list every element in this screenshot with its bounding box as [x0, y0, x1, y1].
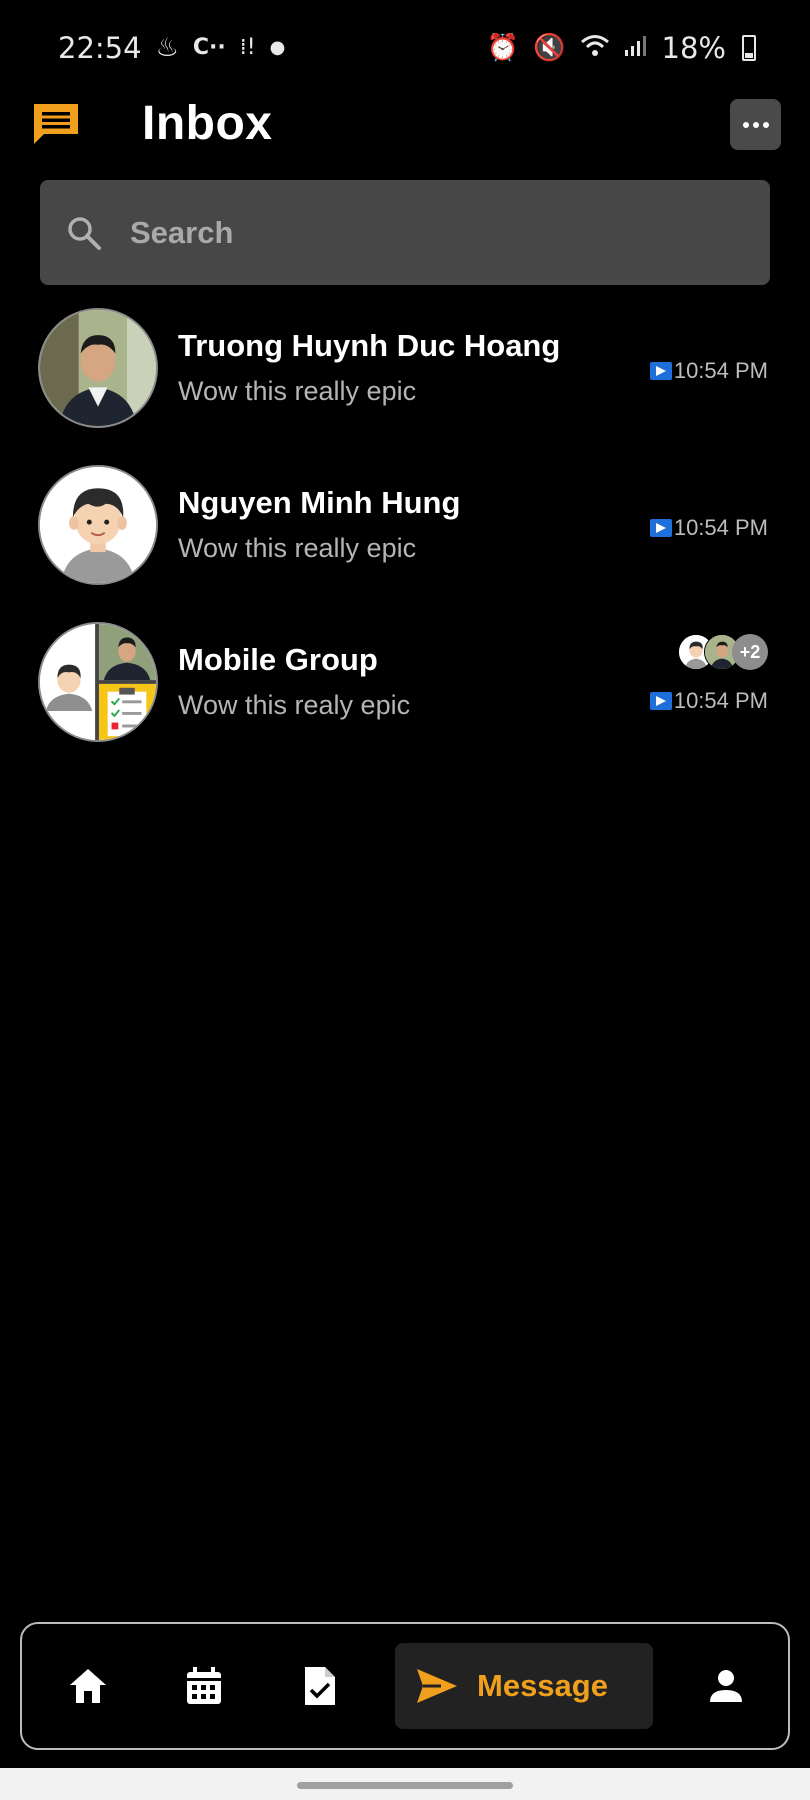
- conversation-time: 10:54 PM: [649, 515, 768, 541]
- app-header: Inbox: [0, 96, 810, 184]
- signal-icon: [624, 34, 648, 63]
- nav-tasks[interactable]: [280, 1624, 360, 1748]
- conversation-preview: Wow this really epic: [178, 376, 417, 406]
- chat-icon: [34, 104, 78, 144]
- nav-calendar[interactable]: [164, 1624, 244, 1748]
- more-button[interactable]: [730, 99, 781, 150]
- avatar: [38, 465, 158, 585]
- time-label: 10:54 PM: [673, 515, 768, 540]
- steps-icon: ⁞!: [239, 35, 256, 60]
- battery-icon: [742, 35, 756, 61]
- person-icon: [710, 1670, 742, 1702]
- bottom-nav: Message: [20, 1622, 790, 1750]
- send-icon: [417, 1669, 457, 1703]
- conversation-time: 10:54 PM: [649, 688, 768, 714]
- time-label: 10:54 PM: [673, 688, 768, 713]
- home-icon: [70, 1669, 106, 1703]
- status-left: 22:54 ♨ C·· ⁞! ●: [58, 31, 285, 65]
- avatar: [38, 308, 158, 428]
- nav-message[interactable]: Message: [395, 1643, 653, 1729]
- calendar-icon: [187, 1667, 221, 1704]
- nav-home[interactable]: [48, 1624, 128, 1748]
- conversation-preview: Wow this really epic: [178, 533, 417, 563]
- task-icon: [305, 1667, 335, 1705]
- sent-icon: [649, 692, 672, 710]
- mute-icon: 🔇: [533, 33, 566, 63]
- extra-members-count: +2: [732, 634, 768, 670]
- conversation-row[interactable]: Nguyen Minh Hung Wow this really epic 10…: [0, 461, 810, 591]
- page-title: Inbox: [142, 97, 273, 150]
- battery-percent: 18%: [661, 31, 726, 65]
- search-input[interactable]: [130, 214, 690, 251]
- sent-icon: [649, 362, 672, 380]
- search-icon: [68, 216, 101, 250]
- status-time: 22:54: [58, 31, 142, 65]
- time-label: 10:54 PM: [673, 358, 768, 383]
- more-icon: [742, 121, 749, 128]
- member-stack: +2: [678, 634, 768, 670]
- search-bar[interactable]: [40, 180, 770, 285]
- c-plus-icon: C··: [192, 35, 226, 60]
- wifi-icon: [580, 33, 610, 64]
- conversation-preview: Wow this realy epic: [178, 690, 411, 720]
- alarm-icon: ⏰: [486, 33, 520, 63]
- conversation-time: 10:54 PM: [649, 358, 768, 384]
- conversation-row[interactable]: Mobile Group Wow this realy epic +2 10:5…: [0, 618, 810, 748]
- conversation-name: Mobile Group: [178, 642, 378, 677]
- dot-icon: ●: [269, 37, 286, 58]
- group-avatar: [38, 622, 158, 742]
- conversation-name: Truong Huynh Duc Hoang: [178, 328, 561, 363]
- home-gesture-handle[interactable]: [297, 1782, 513, 1789]
- status-right: ⏰ 🔇 18%: [487, 31, 756, 65]
- java-icon: ♨: [155, 33, 179, 63]
- nav-message-label: Message: [477, 1668, 608, 1703]
- conversation-row[interactable]: Truong Huynh Duc Hoang Wow this really e…: [0, 304, 810, 434]
- sent-icon: [649, 519, 672, 537]
- conversation-name: Nguyen Minh Hung: [178, 485, 461, 520]
- nav-profile[interactable]: [686, 1624, 766, 1748]
- status-bar: 22:54 ♨ C·· ⁞! ● ⏰ 🔇 18%: [0, 0, 810, 96]
